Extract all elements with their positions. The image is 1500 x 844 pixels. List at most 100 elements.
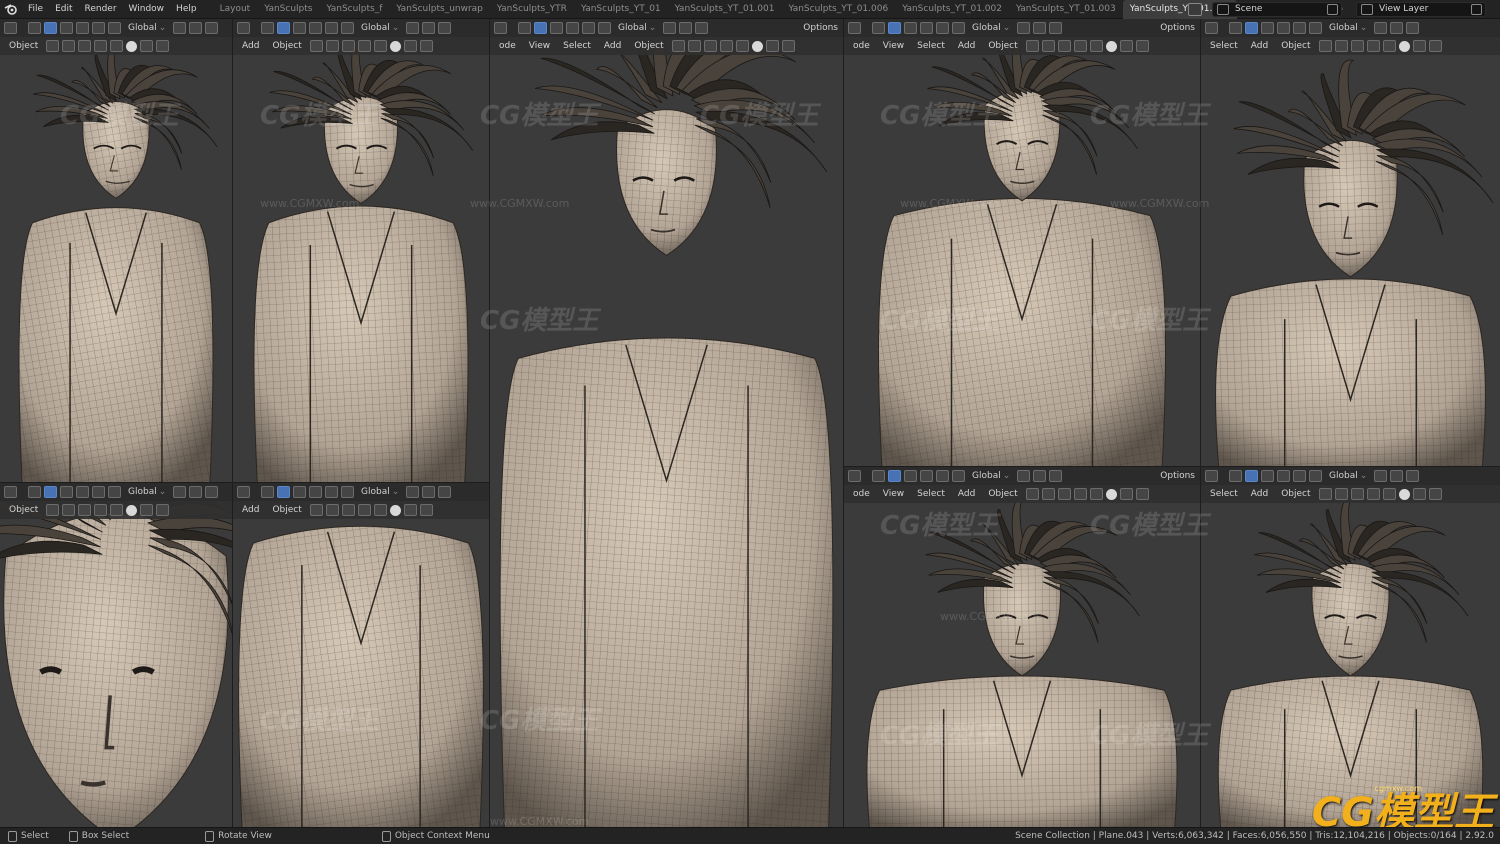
- workspace-tab[interactable]: YanSculpts_YT_01.003: [1009, 0, 1123, 19]
- select-mode-new-icon[interactable]: [1245, 22, 1258, 34]
- view-object-types-icon[interactable]: [1025, 488, 1039, 500]
- select-mode-subtract-icon[interactable]: [76, 486, 89, 498]
- viewport-menu-select[interactable]: Select: [1205, 41, 1243, 51]
- pivot-point-icon[interactable]: [406, 486, 420, 498]
- select-tool-icon[interactable]: [261, 22, 274, 34]
- overlays-icon[interactable]: [703, 40, 717, 52]
- viewport-3d[interactable]: Global ⌄ Add Object: [233, 483, 489, 827]
- shading-material-icon[interactable]: [403, 40, 417, 52]
- select-mode-extend-icon[interactable]: [1261, 22, 1274, 34]
- select-mode-invert-icon[interactable]: [325, 486, 338, 498]
- shading-rendered-icon[interactable]: [1428, 40, 1442, 52]
- gizmo-icon[interactable]: [62, 40, 76, 52]
- workspace-tab[interactable]: YanSculpts_YTR: [490, 0, 574, 19]
- viewport-menu-select[interactable]: Select: [558, 41, 596, 51]
- select-tool-icon[interactable]: [261, 486, 274, 498]
- shading-solid-icon[interactable]: [1105, 488, 1117, 500]
- viewport-canvas[interactable]: [490, 19, 843, 827]
- select-mode-new-icon[interactable]: [44, 486, 57, 498]
- character-model[interactable]: [499, 19, 834, 827]
- overlays-icon[interactable]: [1057, 488, 1071, 500]
- viewport-menu-object[interactable]: Object: [1276, 41, 1315, 51]
- viewport-menu-object[interactable]: Object: [629, 41, 668, 51]
- viewport-menu-select[interactable]: Select: [912, 41, 950, 51]
- pivot-point-icon[interactable]: [406, 22, 420, 34]
- select-mode-extend-icon[interactable]: [904, 22, 917, 34]
- select-mode-subtract-icon[interactable]: [309, 22, 322, 34]
- overlays-icon[interactable]: [1057, 40, 1071, 52]
- select-mode-new-icon[interactable]: [277, 22, 290, 34]
- snap-icon[interactable]: [1390, 470, 1404, 482]
- viewport-menu-object[interactable]: Object: [983, 41, 1022, 51]
- pivot-point-icon[interactable]: [173, 486, 187, 498]
- overlays-icon[interactable]: [78, 504, 92, 516]
- select-mode-new-icon[interactable]: [1245, 470, 1258, 482]
- shading-solid-icon[interactable]: [389, 504, 401, 516]
- view-object-types-icon[interactable]: [46, 40, 60, 52]
- scene-icon[interactable]: [1188, 3, 1202, 16]
- proportional-editing-icon[interactable]: [438, 22, 452, 34]
- shading-solid-icon[interactable]: [751, 40, 763, 52]
- viewport-3d[interactable]: Global ⌄ Options ode View Select Add Object: [844, 19, 1200, 466]
- shading-rendered-icon[interactable]: [1135, 488, 1149, 500]
- menu-help[interactable]: Help: [170, 0, 203, 19]
- workspace-tab[interactable]: YanSculpts_YT_01.006: [781, 0, 895, 19]
- viewport-menu-object[interactable]: Object: [1276, 489, 1315, 499]
- viewport-menu-add[interactable]: Add: [1246, 489, 1273, 499]
- select-mode-invert-icon[interactable]: [1293, 470, 1306, 482]
- select-mode-invert-icon[interactable]: [936, 22, 949, 34]
- view-object-types-icon[interactable]: [1318, 488, 1332, 500]
- editor-type-icon[interactable]: [237, 486, 250, 498]
- select-mode-invert-icon[interactable]: [1293, 22, 1306, 34]
- proportional-editing-icon[interactable]: [1406, 22, 1420, 34]
- shading-solid-icon[interactable]: [1105, 40, 1117, 52]
- view-object-types-icon[interactable]: [46, 504, 60, 516]
- select-mode-intersect-icon[interactable]: [1309, 22, 1322, 34]
- viewport-menu-add[interactable]: Add: [237, 505, 264, 515]
- gizmo-icon[interactable]: [1334, 488, 1348, 500]
- select-tool-icon[interactable]: [872, 470, 885, 482]
- select-mode-invert-icon[interactable]: [92, 22, 105, 34]
- select-mode-new-icon[interactable]: [44, 22, 57, 34]
- workspace-tab[interactable]: Layout: [213, 0, 258, 19]
- gizmo-icon[interactable]: [62, 504, 76, 516]
- shading-wireframe-icon[interactable]: [1089, 488, 1103, 500]
- gizmo-icon[interactable]: [687, 40, 701, 52]
- select-mode-extend-icon[interactable]: [293, 22, 306, 34]
- viewport-canvas[interactable]: [1201, 19, 1500, 466]
- viewport-3d[interactable]: Global ⌄ Add Object: [233, 19, 489, 482]
- gizmo-icon[interactable]: [1041, 488, 1055, 500]
- editor-type-icon[interactable]: [4, 22, 17, 34]
- viewport-canvas[interactable]: [233, 483, 489, 827]
- workspace-tab[interactable]: YanSculpts_YT_01: [574, 0, 668, 19]
- select-mode-extend-icon[interactable]: [60, 22, 73, 34]
- shading-wireframe-icon[interactable]: [373, 504, 387, 516]
- xray-icon[interactable]: [1366, 488, 1380, 500]
- viewport-3d[interactable]: Global ⌄ Object: [0, 19, 232, 482]
- overlays-icon[interactable]: [1350, 40, 1364, 52]
- viewport-menu-mode[interactable]: ode: [848, 41, 875, 51]
- select-tool-icon[interactable]: [28, 486, 41, 498]
- character-model[interactable]: [1215, 59, 1494, 466]
- select-mode-invert-icon[interactable]: [325, 22, 338, 34]
- new-view-layer-icon[interactable]: [1471, 4, 1482, 15]
- scene-selector[interactable]: Scene: [1212, 2, 1342, 17]
- select-tool-icon[interactable]: [1229, 470, 1242, 482]
- select-tool-icon[interactable]: [872, 22, 885, 34]
- viewport-menu-select[interactable]: Select: [1205, 489, 1243, 499]
- select-mode-new-icon[interactable]: [888, 470, 901, 482]
- snap-icon[interactable]: [679, 22, 693, 34]
- viewport-menu-mode[interactable]: ode: [848, 489, 875, 499]
- workspace-tab[interactable]: YanSculpts_f: [319, 0, 389, 19]
- xray-icon[interactable]: [1073, 40, 1087, 52]
- xray-icon[interactable]: [357, 40, 371, 52]
- shading-solid-icon[interactable]: [126, 40, 138, 52]
- proportional-editing-icon[interactable]: [1049, 22, 1063, 34]
- transform-orientation-dropdown[interactable]: Global ⌄: [357, 487, 403, 497]
- snap-icon[interactable]: [189, 22, 203, 34]
- xray-icon[interactable]: [1366, 40, 1380, 52]
- pivot-point-icon[interactable]: [1374, 22, 1388, 34]
- select-mode-new-icon[interactable]: [277, 486, 290, 498]
- shading-wireframe-icon[interactable]: [1382, 40, 1396, 52]
- proportional-editing-icon[interactable]: [438, 486, 452, 498]
